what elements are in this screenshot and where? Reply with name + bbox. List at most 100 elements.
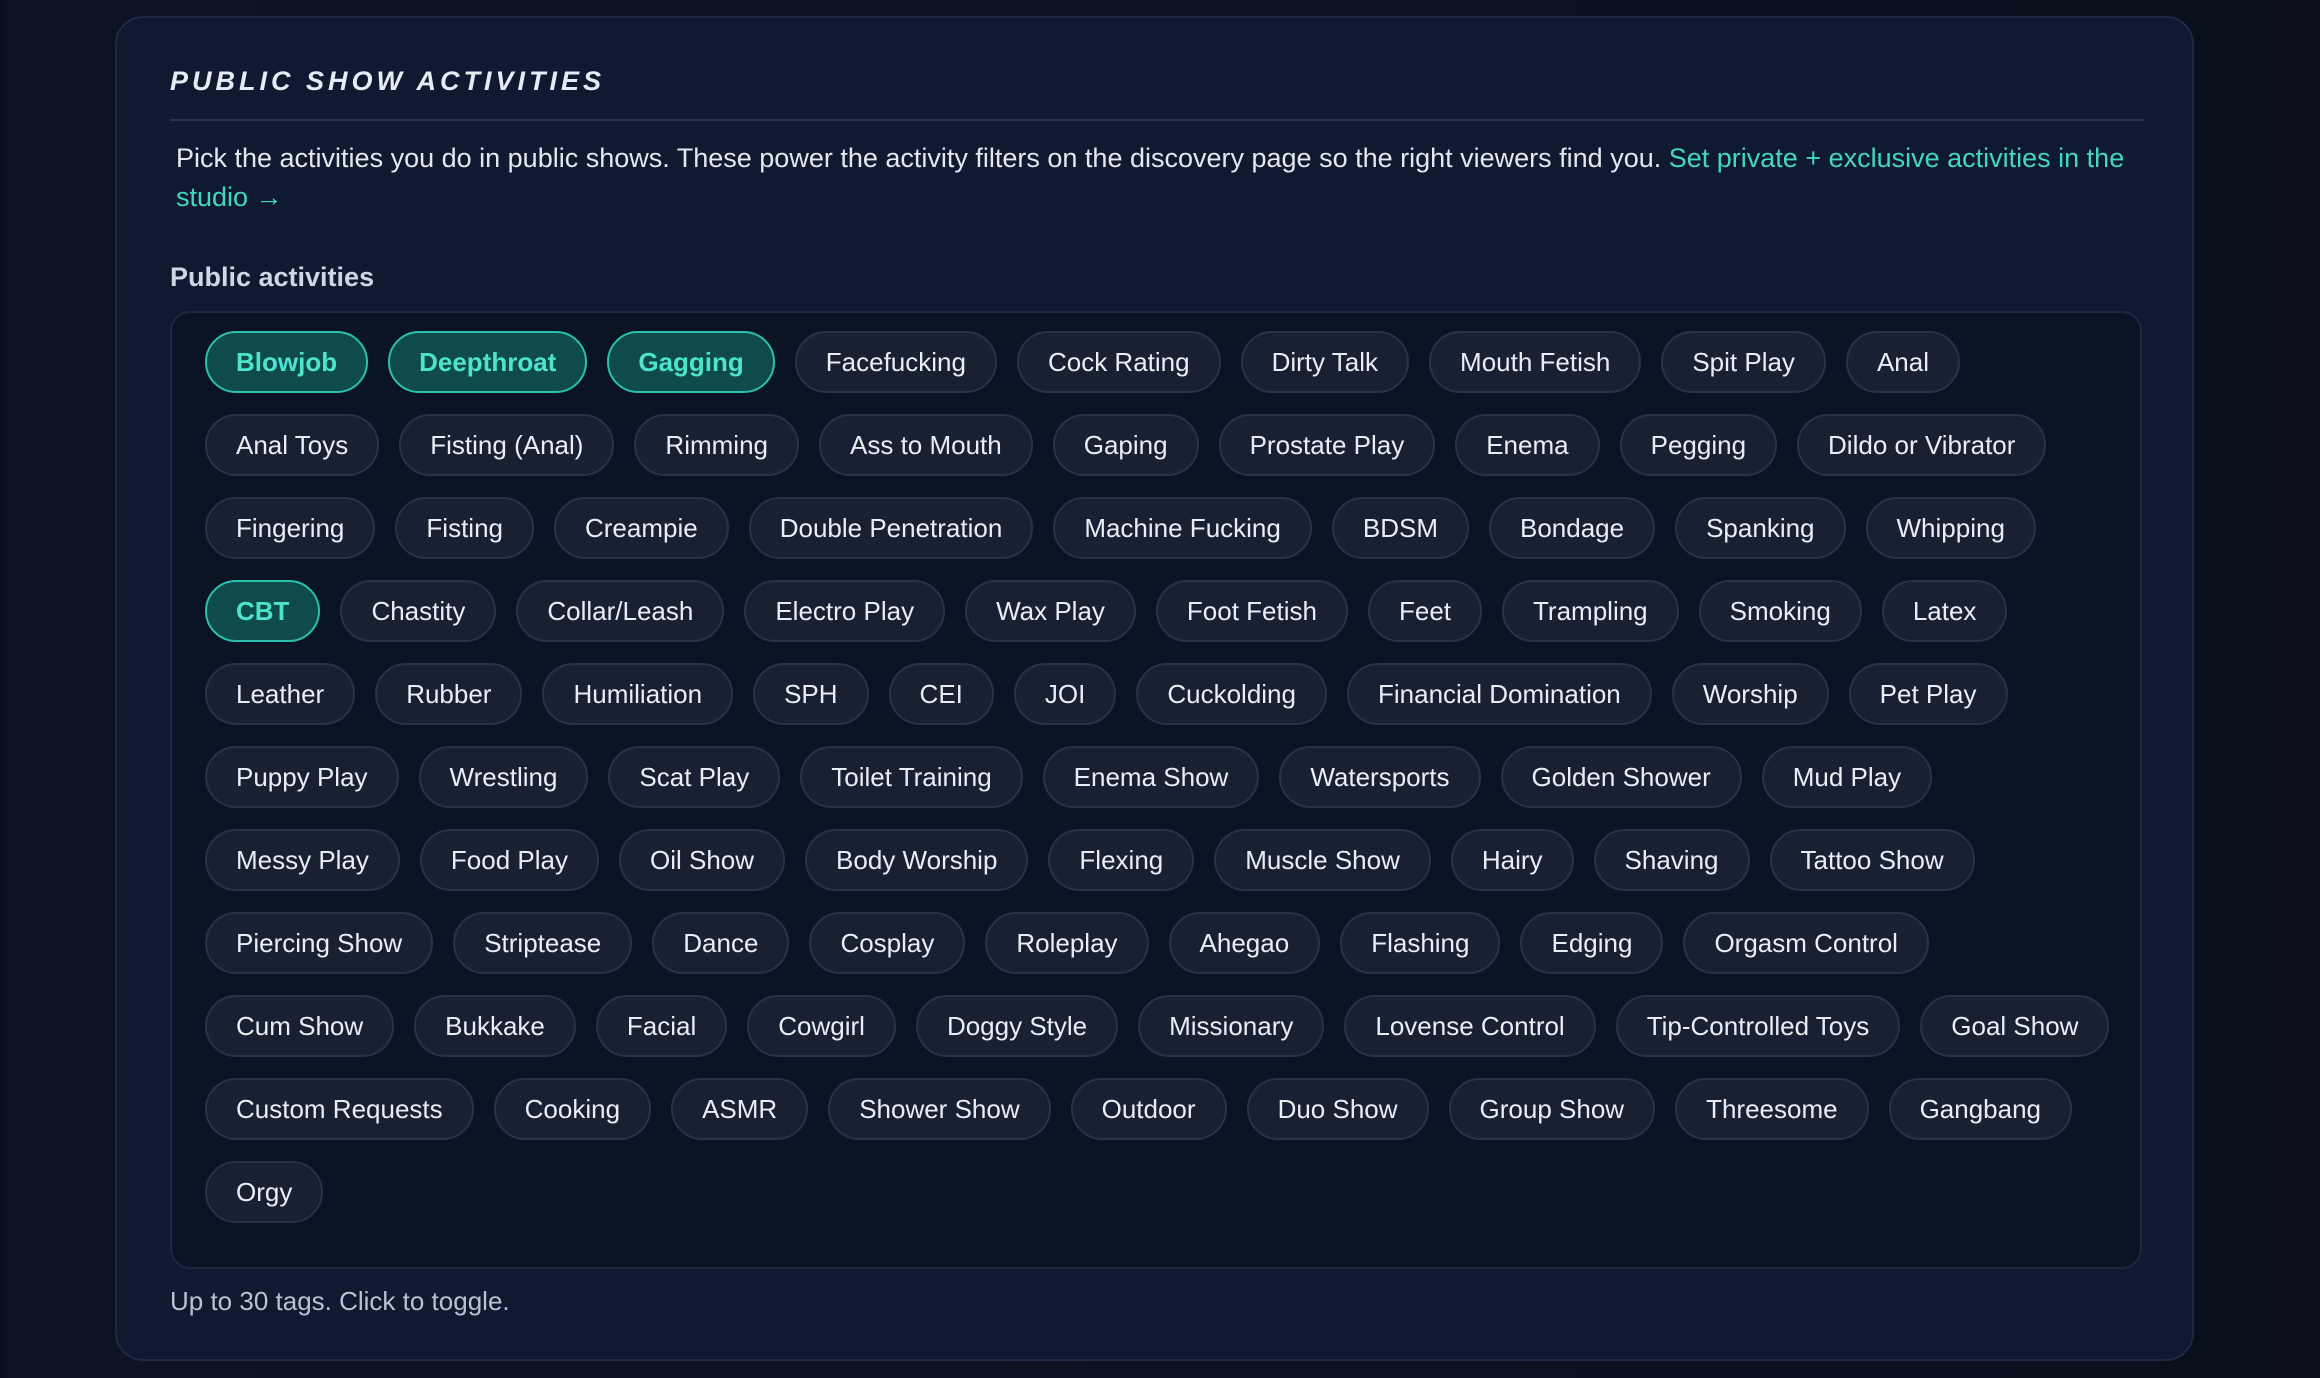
activity-tag[interactable]: Muscle Show [1214,829,1431,891]
field-label: Public activities [170,262,375,292]
activity-tag[interactable]: Dirty Talk [1240,331,1410,393]
activity-tag[interactable]: Foot Fetish [1155,580,1348,642]
activity-tag[interactable]: Ass to Mouth [819,414,1033,476]
activity-tag[interactable]: Shaving [1593,829,1750,891]
activity-tag[interactable]: Creampie [553,497,729,559]
activity-tag[interactable]: Watersports [1279,746,1481,808]
activity-tag[interactable]: Facial [595,995,728,1057]
activity-tag[interactable]: Bondage [1488,497,1656,559]
activity-tag[interactable]: Enema [1455,414,1600,476]
activity-tag[interactable]: Tip-Controlled Toys [1615,995,1901,1057]
activity-tag[interactable]: Double Penetration [748,497,1034,559]
activity-tag[interactable]: Shower Show [828,1078,1051,1140]
activity-tag[interactable]: Body Worship [805,829,1029,891]
activity-tag[interactable]: Fingering [205,497,376,559]
activity-tag[interactable]: Cooking [493,1078,652,1140]
activity-tag[interactable]: Oil Show [619,829,786,891]
activity-tag[interactable]: Orgasm Control [1683,912,1929,974]
activity-tag[interactable]: Whipping [1865,497,2036,559]
activity-tag[interactable]: Piercing Show [205,912,434,974]
activity-tag[interactable]: Latex [1881,580,2008,642]
activity-tag[interactable]: Mud Play [1761,746,1933,808]
activity-tag[interactable]: CBT [205,580,321,642]
activity-tag[interactable]: JOI [1013,663,1117,725]
activity-tag[interactable]: Blowjob [205,331,369,393]
page: PUBLIC SHOW ACTIVITIES Pick the activiti… [0,0,2320,1378]
activity-tag[interactable]: Enema Show [1042,746,1260,808]
activity-tag[interactable]: BDSM [1331,497,1469,559]
activity-tag[interactable]: SPH [753,663,869,725]
activity-tag[interactable]: Rubber [375,663,523,725]
tag-row: Fingering Fisting Creampie Double Penetrati… [205,497,2036,559]
activity-tag[interactable]: Fisting (Anal) [399,414,615,476]
activity-tag[interactable]: Financial Domination [1346,663,1652,725]
activity-tag[interactable]: Toilet Training [800,746,1023,808]
activity-tag[interactable]: Anal Toys [205,414,380,476]
activity-tag[interactable]: Gaping [1052,414,1199,476]
activity-tag[interactable]: Threesome [1675,1078,1869,1140]
tag-row: Piercing Show Striptease Dance Cosplay Rolep… [205,912,1929,974]
activity-tag[interactable]: Missionary [1138,995,1325,1057]
activity-tag[interactable]: Striptease [453,912,633,974]
activity-tag[interactable]: Golden Shower [1500,746,1742,808]
activity-tag[interactable]: Prostate Play [1218,414,1436,476]
activity-tag[interactable]: Dance [652,912,790,974]
activity-tag[interactable]: Humiliation [542,663,734,725]
activity-tag[interactable]: Outdoor [1070,1078,1227,1140]
tag-row: Cum Show Bukkake Facial Cowgirl Doggy Style M… [205,995,2110,1057]
activity-tag[interactable]: Food Play [419,829,599,891]
activity-tag[interactable]: Spanking [1675,497,1846,559]
activity-tag[interactable]: ASMR [671,1078,809,1140]
activity-tag[interactable]: Edging [1520,912,1664,974]
activity-tag[interactable]: Flexing [1048,829,1195,891]
activity-tag[interactable]: Electro Play [744,580,946,642]
activity-tag[interactable]: Doggy Style [915,995,1119,1057]
activity-tag[interactable]: Pegging [1619,414,1778,476]
activity-tag[interactable]: Pet Play [1848,663,2008,725]
activity-tag[interactable]: Roleplay [985,912,1149,974]
activity-tag[interactable]: Messy Play [205,829,400,891]
activity-tag[interactable]: Puppy Play [205,746,399,808]
activity-tag[interactable]: Goal Show [1920,995,2110,1057]
activity-tag[interactable]: Group Show [1448,1078,1656,1140]
tag-row: CBT Chastity Collar/Leash Electro Play Wax P… [205,580,2008,642]
activity-tag[interactable]: Trampling [1502,580,1679,642]
activity-tag[interactable]: Flashing [1340,912,1501,974]
activity-tag[interactable]: Wax Play [965,580,1136,642]
activity-tag[interactable]: Facefucking [794,331,997,393]
tag-row: Custom Requests Cooking ASMR Shower Show Out… [205,1078,2073,1140]
activity-tag[interactable]: Duo Show [1246,1078,1429,1140]
activity-tag[interactable]: Dildo or Vibrator [1797,414,2047,476]
activity-tag[interactable]: Spit Play [1661,331,1826,393]
activity-tag[interactable]: Ahegao [1168,912,1321,974]
activity-tag[interactable]: Gangbang [1888,1078,2073,1140]
activity-tag[interactable]: Bukkake [414,995,576,1057]
activity-tag[interactable]: Cock Rating [1016,331,1221,393]
activity-tag[interactable]: Lovense Control [1344,995,1596,1057]
activity-tag[interactable]: Gagging [607,331,775,393]
activity-tag[interactable]: Fisting [395,497,534,559]
activity-tag[interactable]: Anal [1845,331,1960,393]
activity-tag[interactable]: Feet [1367,580,1483,642]
activity-tag[interactable]: Deepthroat [388,331,588,393]
tag-row: Puppy Play Wrestling Scat Play Toilet Train… [205,746,1933,808]
activity-tag[interactable]: Cuckolding [1136,663,1327,725]
activity-tag[interactable]: Hairy [1450,829,1574,891]
activity-tag[interactable]: Collar/Leash [516,580,725,642]
activity-tag[interactable]: CEI [888,663,994,725]
activity-tag[interactable]: Orgy [205,1161,324,1223]
activity-tag[interactable]: Wrestling [418,746,589,808]
activity-tag[interactable]: Smoking [1698,580,1862,642]
activity-tag[interactable]: Mouth Fetish [1429,331,1642,393]
activity-tag[interactable]: Custom Requests [205,1078,474,1140]
activity-tag[interactable]: Chastity [340,580,497,642]
activity-tag[interactable]: Rimming [634,414,799,476]
activity-tag[interactable]: Cosplay [809,912,966,974]
activity-tag[interactable]: Cowgirl [747,995,896,1057]
activity-tag[interactable]: Scat Play [608,746,781,808]
activity-tag[interactable]: Cum Show [205,995,395,1057]
activity-tag[interactable]: Worship [1671,663,1829,725]
activity-tag[interactable]: Leather [205,663,356,725]
activity-tag[interactable]: Machine Fucking [1053,497,1312,559]
activity-tag[interactable]: Tattoo Show [1769,829,1975,891]
